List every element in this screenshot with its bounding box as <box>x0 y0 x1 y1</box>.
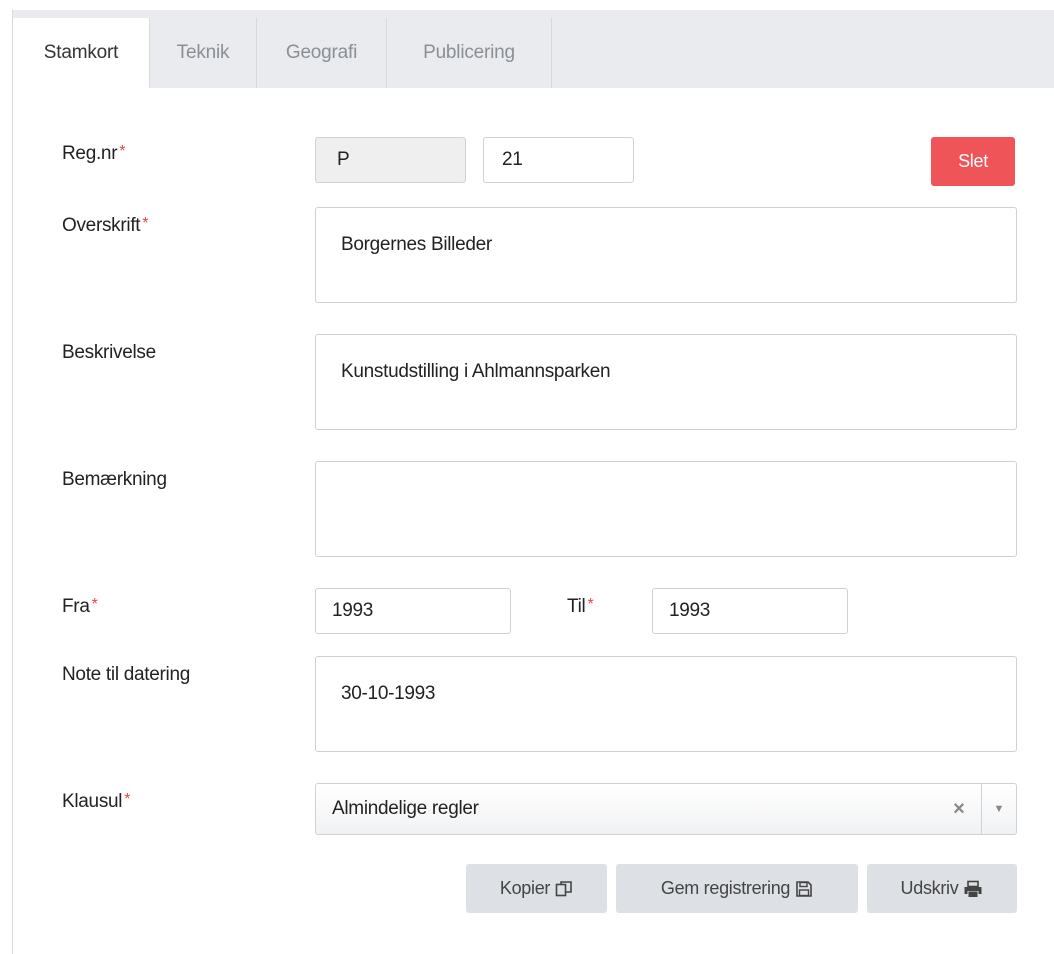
delete-button[interactable]: Slet <box>931 137 1015 186</box>
fra-label: Fra * <box>62 596 98 618</box>
save-button-label: Gem registrering <box>660 878 791 898</box>
caret-down-icon[interactable]: ▼ <box>981 784 1016 834</box>
note-datering-textarea[interactable]: 30-10-1993 <box>315 656 1017 752</box>
required-marker: * <box>587 596 594 613</box>
printer-icon <box>964 880 982 897</box>
tab-geografi[interactable]: Geografi <box>257 18 387 88</box>
overskrift-textarea[interactable]: Borgernes Billeder <box>315 207 1017 303</box>
klausul-label-text: Klausul <box>62 791 123 812</box>
required-marker: * <box>91 596 98 613</box>
klausul-select[interactable]: Almindelige regler × ▼ <box>315 783 1017 835</box>
til-label: Til * <box>567 596 594 618</box>
tab-teknik[interactable]: Teknik <box>150 18 257 88</box>
floppy-disk-icon <box>796 880 812 897</box>
regnr-prefix-field: P <box>315 137 466 183</box>
print-button-label: Udskriv <box>900 878 959 898</box>
required-marker: * <box>124 791 131 808</box>
regnr-label: Reg.nr * <box>62 143 125 165</box>
copy-button-label: Kopier <box>499 878 551 898</box>
tab-bar: Stamkort Teknik Geografi Publicering <box>13 18 552 88</box>
beskrivelse-label: Beskrivelse <box>62 342 156 363</box>
note-datering-label: Note til datering <box>62 664 190 685</box>
panel-left-border <box>12 10 13 954</box>
regnr-label-text: Reg.nr <box>62 143 118 164</box>
bemaerkning-textarea[interactable] <box>315 461 1017 557</box>
fra-label-text: Fra <box>62 596 90 617</box>
tab-publicering[interactable]: Publicering <box>387 18 552 88</box>
required-marker: * <box>142 215 149 232</box>
regnr-number-input[interactable]: 21 <box>483 137 634 183</box>
til-input[interactable]: 1993 <box>652 588 848 634</box>
overskrift-label: Overskrift * <box>62 215 149 237</box>
klausul-label: Klausul * <box>62 791 130 813</box>
print-button[interactable]: Udskriv <box>867 864 1017 913</box>
save-registration-button[interactable]: Gem registrering <box>616 864 858 913</box>
klausul-selected-value: Almindelige regler <box>332 798 479 819</box>
beskrivelse-textarea[interactable]: Kunstudstilling i Ahlmannsparken <box>315 334 1017 430</box>
fra-input[interactable]: 1993 <box>315 588 511 634</box>
clear-x-icon[interactable]: × <box>937 798 981 821</box>
til-label-text: Til <box>567 596 586 617</box>
overskrift-label-text: Overskrift <box>62 215 141 236</box>
copy-icon <box>555 880 572 896</box>
copy-button[interactable]: Kopier <box>466 864 607 913</box>
required-marker: * <box>119 143 126 160</box>
bemaerkning-label: Bemærkning <box>62 469 167 490</box>
tab-stamkort[interactable]: Stamkort <box>13 18 150 88</box>
